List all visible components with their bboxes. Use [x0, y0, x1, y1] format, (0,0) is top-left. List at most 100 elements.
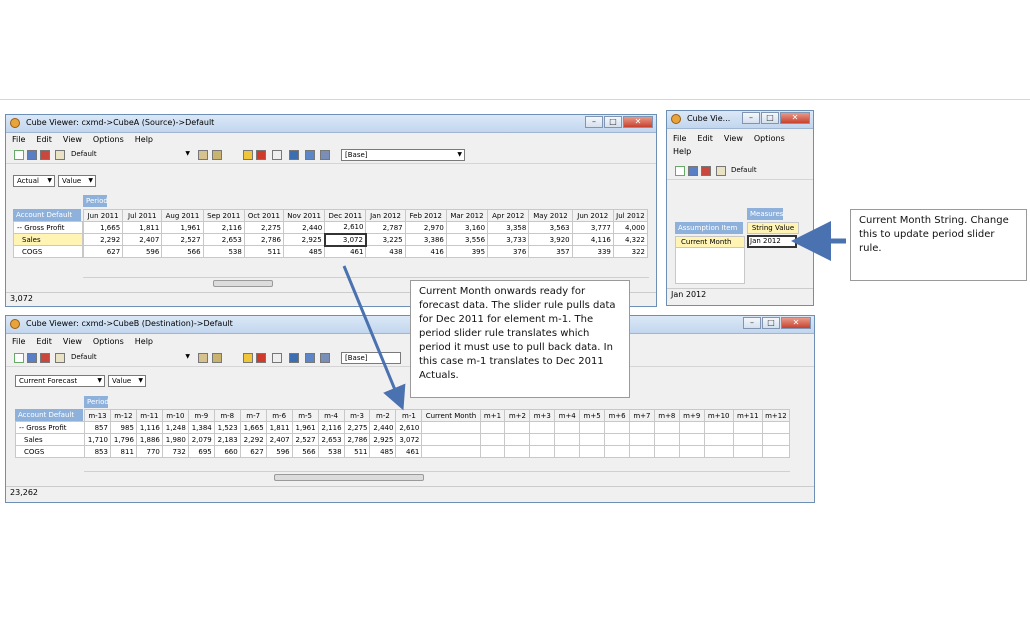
data-cell[interactable] [628, 445, 655, 458]
data-cell[interactable] [421, 421, 481, 434]
data-cell[interactable]: 627 [239, 445, 267, 458]
data-cell[interactable]: 2,610 [395, 421, 423, 434]
minimize-button[interactable]: – [585, 116, 603, 128]
data-cell[interactable] [579, 433, 606, 446]
filter-icon[interactable] [256, 150, 266, 160]
data-cell[interactable]: 3,386 [404, 233, 447, 246]
title-bar[interactable]: Cube Viewer: cxmd->CubeA (Source)->Defau… [6, 115, 656, 133]
data-cell[interactable]: 1,980 [161, 433, 189, 446]
column-header[interactable]: m-13 [84, 409, 111, 422]
menu-options[interactable]: Options [754, 133, 785, 146]
data-cell[interactable]: 853 [84, 445, 111, 458]
data-cell[interactable]: 2,079 [187, 433, 215, 446]
data-cell[interactable]: 1,710 [84, 433, 111, 446]
column-header[interactable]: m-12 [109, 409, 137, 422]
current-month-value-cell[interactable]: Jan 2012 [747, 235, 797, 248]
data-cell[interactable]: 438 [365, 245, 406, 258]
menu-view[interactable]: View [63, 134, 82, 146]
data-cell[interactable]: 322 [612, 245, 649, 258]
zero-suppress-icon[interactable] [272, 353, 282, 363]
scrollbar-thumb[interactable] [213, 280, 273, 287]
column-header[interactable]: m-9 [187, 409, 215, 422]
save-icon[interactable] [27, 353, 37, 363]
view-icon[interactable] [716, 166, 726, 176]
menu-view[interactable]: View [63, 336, 82, 348]
maximize-button[interactable]: □ [604, 116, 622, 128]
view-dropdown[interactable]: Default ▼ [68, 149, 192, 161]
recalc-icon[interactable] [14, 353, 24, 363]
data-cell[interactable]: 2,787 [365, 221, 406, 234]
data-cell[interactable]: 2,527 [161, 233, 204, 246]
maximize-button[interactable]: □ [761, 112, 779, 124]
data-cell[interactable] [579, 421, 606, 434]
data-cell[interactable]: 2,925 [282, 233, 326, 246]
data-cell[interactable] [628, 421, 655, 434]
data-cell[interactable] [703, 445, 734, 458]
data-cell[interactable]: 857 [84, 421, 111, 434]
data-cell[interactable]: 461 [324, 245, 367, 258]
scenario-dropdown[interactable]: Actual ▼ [13, 175, 55, 187]
data-cell[interactable]: 566 [291, 445, 319, 458]
data-cell[interactable]: 596 [122, 245, 163, 258]
column-header[interactable]: m-7 [239, 409, 267, 422]
column-header[interactable]: Dec 2011 [324, 209, 367, 222]
menu-edit[interactable]: Edit [697, 133, 713, 146]
column-header[interactable]: Mar 2012 [445, 209, 489, 222]
menu-help[interactable]: Help [673, 146, 691, 159]
close-button[interactable]: ✕ [780, 112, 810, 124]
data-cell[interactable]: 2,292 [239, 433, 267, 446]
column-header[interactable]: m-5 [291, 409, 319, 422]
current-month-row-header[interactable]: Current Month [675, 236, 745, 248]
column-header[interactable]: m+11 [732, 409, 763, 422]
column-header[interactable]: Feb 2012 [404, 209, 447, 222]
refresh-icon[interactable] [701, 166, 711, 176]
chart-icon[interactable] [212, 353, 222, 363]
data-cell[interactable]: 2,786 [343, 433, 371, 446]
data-cell[interactable]: 2,786 [243, 233, 284, 246]
data-cell[interactable] [421, 445, 481, 458]
data-cell[interactable]: 3,358 [487, 221, 530, 234]
data-cell[interactable]: 2,275 [343, 421, 371, 434]
data-cell[interactable]: 1,116 [135, 421, 163, 434]
filter-icon[interactable] [256, 353, 266, 363]
data-cell[interactable] [703, 433, 734, 446]
data-cell[interactable]: 538 [317, 445, 345, 458]
data-cell[interactable] [579, 445, 606, 458]
data-cell[interactable] [554, 433, 581, 446]
refresh-icon[interactable] [40, 150, 50, 160]
column-header[interactable]: m-8 [213, 409, 241, 422]
row-dimension-label[interactable]: Account Default [13, 209, 81, 221]
data-cell[interactable]: 1,665 [239, 421, 267, 434]
measures-dimension-label[interactable]: Measures [747, 208, 783, 220]
redo-icon[interactable] [305, 150, 315, 160]
data-cell[interactable] [653, 433, 680, 446]
string-value-header[interactable]: String Value [747, 222, 799, 234]
minimize-button[interactable]: – [743, 317, 761, 329]
data-cell[interactable]: 2,440 [282, 221, 326, 234]
title-bar[interactable]: Cube Vie... – □ ✕ [667, 111, 813, 129]
data-cell[interactable]: 660 [213, 445, 241, 458]
row-header-cogs[interactable]: COGS [13, 245, 83, 258]
data-cell[interactable]: 4,116 [571, 233, 614, 246]
column-header[interactable]: m-4 [317, 409, 345, 422]
data-cell[interactable]: 3,225 [365, 233, 406, 246]
save-icon[interactable] [688, 166, 698, 176]
data-cell[interactable]: 357 [528, 245, 573, 258]
menu-edit[interactable]: Edit [36, 134, 52, 146]
row-header-gross-profit[interactable]: -- Gross Profit [15, 421, 85, 434]
measure-dropdown[interactable]: Value ▼ [58, 175, 96, 187]
data-cell[interactable] [529, 433, 556, 446]
column-header[interactable]: Sep 2011 [202, 209, 245, 222]
column-header[interactable]: m-2 [369, 409, 397, 422]
grid-icon[interactable] [198, 353, 208, 363]
data-cell[interactable] [604, 433, 630, 446]
menu-help[interactable]: Help [135, 336, 153, 348]
menu-options[interactable]: Options [93, 336, 124, 348]
row-header-gross-profit[interactable]: -- Gross Profit [13, 221, 83, 234]
data-cell[interactable]: 2,275 [243, 221, 284, 234]
grid-icon[interactable] [198, 150, 208, 160]
recalc-icon[interactable] [14, 150, 24, 160]
column-header[interactable]: m-10 [161, 409, 189, 422]
data-cell[interactable] [479, 445, 506, 458]
data-cell[interactable]: 1,811 [122, 221, 163, 234]
